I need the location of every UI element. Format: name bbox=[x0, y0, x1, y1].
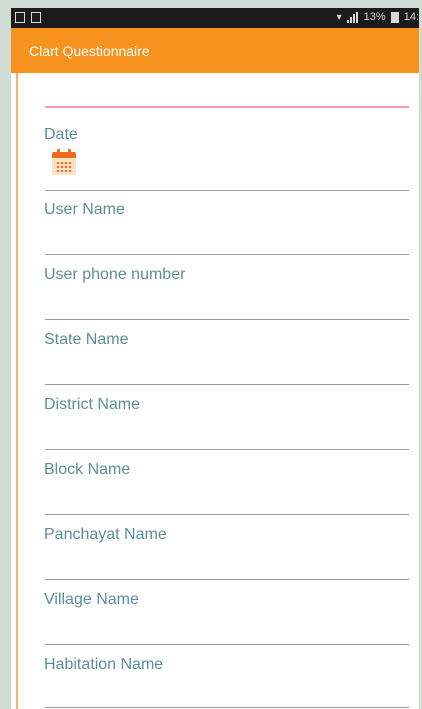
user-phone-label: User phone number bbox=[44, 266, 186, 283]
district-name-input[interactable] bbox=[45, 449, 409, 450]
photo-icon bbox=[15, 12, 25, 23]
focused-input-underline[interactable] bbox=[45, 106, 409, 108]
signal-icon bbox=[346, 11, 359, 23]
clock: 14: bbox=[403, 11, 419, 23]
panchayat-name-label: Panchayat Name bbox=[44, 526, 167, 543]
habitation-name-label: Habitation Name bbox=[44, 656, 164, 673]
wifi-icon: ▾ bbox=[336, 11, 342, 23]
status-left-icons bbox=[15, 12, 41, 23]
date-label: Date bbox=[44, 126, 78, 143]
district-name-label: District Name bbox=[44, 396, 141, 413]
status-right-icons: ▾ 13% 14: bbox=[337, 11, 419, 23]
user-name-label: User Name bbox=[44, 201, 125, 218]
village-name-input[interactable] bbox=[45, 644, 409, 645]
panchayat-name-input[interactable] bbox=[45, 579, 409, 580]
app-bar: Clart Questionnaire bbox=[11, 28, 419, 73]
battery-percentage: 13% bbox=[363, 11, 386, 23]
calendar-icon[interactable] bbox=[52, 149, 76, 175]
phone-screen: ▾ 13% 14: Clart Questionnaire Date User … bbox=[11, 8, 419, 709]
block-name-label: Block Name bbox=[44, 461, 131, 478]
form-content: Date User Name User phone number State N… bbox=[11, 73, 419, 709]
date-field-underline[interactable] bbox=[45, 190, 409, 191]
habitation-name-input[interactable] bbox=[45, 707, 409, 708]
state-name-input[interactable] bbox=[45, 384, 409, 385]
state-name-label: State Name bbox=[44, 331, 129, 348]
battery-icon bbox=[390, 11, 399, 23]
user-name-input[interactable] bbox=[45, 254, 409, 255]
village-name-label: Village Name bbox=[44, 591, 139, 608]
block-name-input[interactable] bbox=[45, 514, 409, 515]
user-phone-input[interactable] bbox=[45, 319, 409, 320]
left-accent-bar bbox=[16, 73, 18, 709]
status-bar: ▾ 13% 14: bbox=[11, 8, 419, 28]
notification-icon bbox=[31, 12, 41, 23]
app-title: Clart Questionnaire bbox=[29, 43, 150, 59]
